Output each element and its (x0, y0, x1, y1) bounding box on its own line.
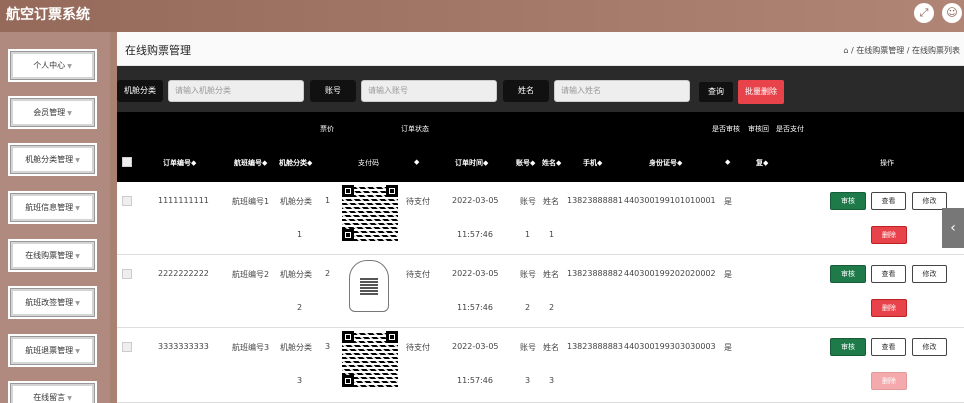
table-row: 2222222222 航班编号2 机舱分类 2 2 待支付 2022-03-05… (117, 255, 964, 328)
name-input[interactable]: 请输入姓名 (554, 80, 690, 102)
sidebar: 个人中心 ▼ 会员管理 ▼ 机舱分类管理 ▼ 航班信息管理 ▼ 在线购票管理 ▼ 航班改签… (0, 32, 110, 403)
col-phone[interactable]: 手机◆ (583, 158, 602, 168)
breadcrumb: ⌂ / 在线购票管理 / 在线购票列表 (843, 46, 960, 55)
col-reply[interactable]: 复◆ (756, 158, 768, 168)
name-label: 姓名 (503, 80, 549, 102)
chevron-down-icon: ▼ (75, 205, 80, 212)
view-button[interactable]: 查看 (871, 338, 906, 356)
main-content: 在线购票管理 ⌂ / 在线购票管理 / 在线购票列表 机舱分类 请输入机舱分类 … (117, 32, 964, 403)
sidebar-item-messages[interactable]: 在线留言 ▼ (8, 381, 97, 403)
filter-bar: 机舱分类 请输入机舱分类 账号 请输入账号 姓名 请输入姓名 查询 批量删除 (117, 66, 964, 112)
app-title: 航空订票系统 (6, 7, 90, 23)
home-icon[interactable]: ⌂ (843, 46, 848, 55)
expand-icon[interactable]: ⤢ (914, 3, 934, 23)
row-checkbox[interactable] (122, 342, 132, 352)
row-checkbox[interactable] (122, 269, 132, 279)
table-row: 1111111111 航班编号1 机舱分类 1 1 待支付 2022-03-05… (117, 182, 964, 255)
sidebar-item-cabin[interactable]: 机舱分类管理 ▼ (8, 143, 97, 176)
sidebar-item-members[interactable]: 会员管理 ▼ (8, 96, 97, 129)
row-checkbox[interactable] (122, 196, 132, 206)
sidebar-item-flights[interactable]: 航班信息管理 ▼ (8, 191, 97, 224)
col-order-no[interactable]: 订单编号◆ (163, 158, 196, 168)
col-paycode: 支付码 (358, 159, 379, 167)
sidebar-item-refund[interactable]: 航班退票管理 ▼ (8, 334, 97, 367)
table-row: 3333333333 航班编号3 机舱分类 3 3 待支付 2022-03-05… (117, 328, 964, 403)
payment-qr-code (342, 185, 398, 241)
col-order-time[interactable]: 订单时间◆ (455, 158, 488, 168)
payment-qr-code (342, 331, 398, 387)
col-idno[interactable]: 身份证号◆ (649, 158, 682, 168)
cabin-label: 机舱分类 (117, 80, 163, 102)
chevron-down-icon: ▼ (75, 253, 80, 260)
chevron-down-icon: ▼ (67, 395, 72, 402)
col-cabin[interactable]: 机舱分类◆ (279, 158, 312, 168)
audit-button[interactable]: 审核 (830, 338, 866, 356)
breadcrumb-item[interactable]: 在线购票管理 (856, 46, 904, 55)
select-all-checkbox[interactable] (122, 157, 132, 167)
top-bar: 航空订票系统 ⤢ ☺ (0, 0, 964, 32)
chevron-down-icon: ▼ (75, 300, 80, 307)
table-header: 票价 订单状态 是否审核 审核回 是否支付 订单编号◆ 航班编号◆ 机舱分类◆ … (117, 112, 964, 182)
chevron-down-icon: ▼ (67, 110, 72, 117)
chevron-down-icon: ▼ (75, 348, 80, 355)
chevron-down-icon: ▼ (67, 63, 72, 70)
page-header: 在线购票管理 ⌂ / 在线购票管理 / 在线购票列表 (117, 32, 964, 66)
col-name[interactable]: 姓名◆ (542, 158, 561, 168)
delete-button[interactable]: 删除 (871, 372, 907, 390)
col-actions: 操作 (880, 159, 894, 167)
cabin-input[interactable]: 请输入机舱分类 (168, 80, 304, 102)
account-input[interactable]: 请输入账号 (361, 80, 497, 102)
collapse-handle-chevron-left-icon[interactable]: ‹ (942, 208, 964, 248)
payment-qr-code (349, 260, 389, 312)
batch-delete-button[interactable]: 批量删除 (738, 80, 784, 104)
col-sort[interactable]: ◆ (725, 158, 730, 166)
page-title: 在线购票管理 (125, 44, 191, 57)
edit-button[interactable]: 修改 (912, 338, 947, 356)
breadcrumb-item: 在线购票列表 (912, 46, 960, 55)
col-sort[interactable]: ◆ (414, 158, 419, 166)
delete-button[interactable]: 删除 (871, 226, 907, 244)
col-flight[interactable]: 航班编号◆ (234, 158, 267, 168)
user-icon[interactable]: ☺ (942, 3, 962, 23)
search-button[interactable]: 查询 (699, 82, 733, 102)
delete-button[interactable]: 删除 (871, 299, 907, 317)
view-button[interactable]: 查看 (871, 192, 906, 210)
sidebar-item-change[interactable]: 航班改签管理 ▼ (8, 286, 97, 319)
audit-button[interactable]: 审核 (830, 265, 866, 283)
edit-button[interactable]: 修改 (912, 265, 947, 283)
view-button[interactable]: 查看 (871, 265, 906, 283)
account-label: 账号 (310, 80, 356, 102)
audit-button[interactable]: 审核 (830, 192, 866, 210)
chevron-down-icon: ▼ (75, 157, 80, 164)
sidebar-item-profile[interactable]: 个人中心 ▼ (8, 49, 97, 82)
col-account[interactable]: 账号◆ (516, 158, 535, 168)
sidebar-item-tickets[interactable]: 在线购票管理 ▼ (8, 239, 97, 272)
